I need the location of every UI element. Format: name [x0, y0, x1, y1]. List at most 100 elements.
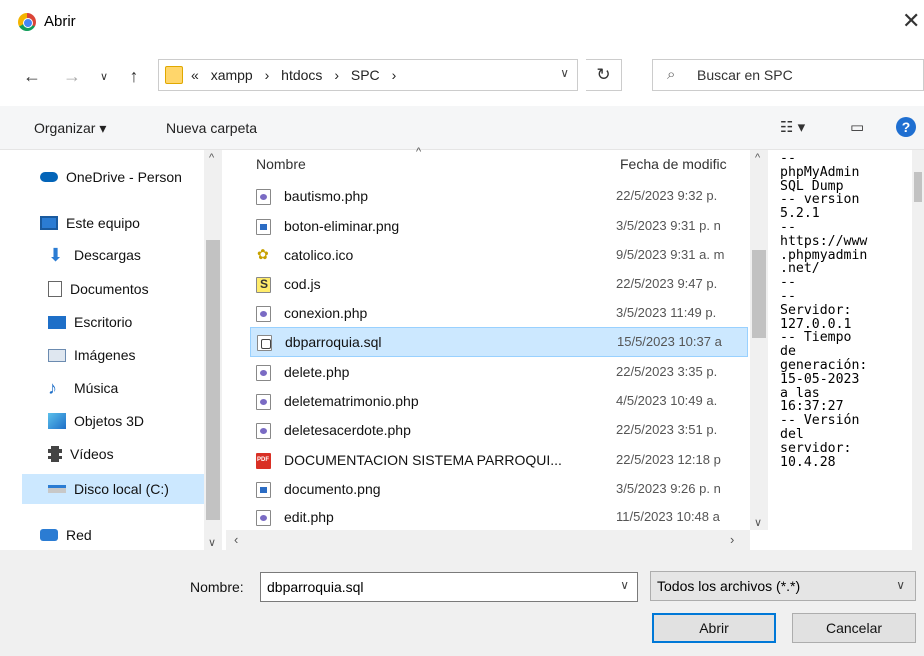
- file-name: deletematrimonio.php: [284, 393, 419, 409]
- file-name: cod.js: [284, 276, 321, 292]
- file-row[interactable]: conexion.php 3/5/2023 11:49 p.: [250, 299, 748, 329]
- close-icon[interactable]: ✕: [902, 8, 924, 34]
- php-file-icon: [256, 365, 271, 381]
- view-options-icon[interactable]: ☷ ▾: [780, 118, 805, 136]
- up-arrow-icon[interactable]: ↑: [122, 64, 146, 88]
- preview-pane-icon[interactable]: ▭: [850, 118, 864, 136]
- column-header-name[interactable]: Nombre: [256, 156, 306, 172]
- sidebar-item-label: Vídeos: [70, 446, 114, 462]
- sidebar-scrollbar[interactable]: ^ ∨: [204, 150, 222, 550]
- refresh-button[interactable]: ↻: [586, 59, 622, 91]
- sidebar-item-pictures[interactable]: Imágenes: [48, 340, 213, 370]
- sidebar-item-this-pc[interactable]: Este equipo: [40, 208, 205, 238]
- file-date: 22/5/2023 9:32 p.: [616, 188, 718, 203]
- sidebar-item-documents[interactable]: Documentos: [48, 274, 213, 304]
- file-name: catolico.ico: [284, 247, 354, 263]
- hard-drive-icon: [48, 485, 66, 493]
- chevron-down-icon[interactable]: ∨: [560, 66, 569, 80]
- search-box[interactable]: ⌕: [652, 59, 924, 91]
- file-name-combobox[interactable]: ∨: [260, 572, 638, 602]
- scroll-up-icon[interactable]: ^: [755, 152, 760, 164]
- ico-file-icon: [256, 246, 271, 264]
- breadcrumb-spc[interactable]: SPC: [351, 67, 380, 83]
- sidebar-item-onedrive[interactable]: OneDrive - Person: [40, 162, 205, 192]
- breadcrumb-separator[interactable]: ›: [265, 67, 270, 83]
- file-date: 22/5/2023 3:35 p.: [616, 364, 718, 379]
- file-date: 22/5/2023 3:51 p.: [616, 422, 718, 437]
- sidebar-item-label: Escritorio: [74, 314, 133, 330]
- breadcrumb: « xampp › htdocs › SPC ›: [191, 67, 404, 83]
- sidebar-item-local-disk[interactable]: Disco local (C:): [22, 474, 204, 504]
- file-row[interactable]: edit.php 11/5/2023 10:48 a: [250, 503, 748, 533]
- sidebar-item-label: Documentos: [70, 281, 149, 297]
- computer-icon: [40, 216, 58, 230]
- recent-locations-chevron-icon[interactable]: ∨: [92, 64, 116, 88]
- file-row[interactable]: deletesacerdote.php 22/5/2023 3:51 p.: [250, 416, 748, 446]
- file-name-label: Nombre:: [190, 579, 244, 595]
- cancel-button[interactable]: Cancelar: [792, 613, 916, 643]
- sidebar-item-network[interactable]: Red: [40, 520, 205, 550]
- sidebar-item-3d-objects[interactable]: Objetos 3D: [48, 406, 213, 436]
- cube-icon: [48, 413, 66, 429]
- refresh-icon: ↻: [596, 65, 611, 84]
- file-date: 22/5/2023 9:47 p.: [616, 276, 718, 291]
- file-row[interactable]: deletematrimonio.php 4/5/2023 10:49 a.: [250, 387, 748, 417]
- file-row[interactable]: boton-eliminar.png 3/5/2023 9:31 p. n: [250, 212, 748, 242]
- column-header-date[interactable]: Fecha de modific: [620, 156, 727, 172]
- sidebar-item-label: Disco local (C:): [74, 481, 169, 497]
- breadcrumb-overflow[interactable]: «: [191, 67, 199, 83]
- file-name: documento.png: [284, 481, 381, 497]
- scroll-right-icon[interactable]: ›: [730, 532, 734, 547]
- file-row[interactable]: cod.js 22/5/2023 9:47 p.: [250, 270, 748, 300]
- sidebar-scroll-thumb[interactable]: [206, 240, 220, 520]
- file-row[interactable]: documento.png 3/5/2023 9:26 p. n: [250, 475, 748, 505]
- file-row[interactable]: delete.php 22/5/2023 3:35 p.: [250, 358, 748, 388]
- file-type-select[interactable]: Todos los archivos (*.*) ∨: [650, 571, 916, 601]
- sidebar-item-label: Imágenes: [74, 347, 136, 363]
- search-input[interactable]: [697, 65, 917, 85]
- scroll-left-icon[interactable]: ‹: [234, 532, 238, 547]
- file-row-selected[interactable]: dbparroquia.sql 15/5/2023 10:37 a: [250, 327, 748, 357]
- file-row[interactable]: catolico.ico 9/5/2023 9:31 a. m: [250, 241, 748, 271]
- file-list-scroll-thumb[interactable]: [752, 250, 766, 338]
- file-list: ^ Nombre Fecha de modific bautismo.php 2…: [226, 146, 768, 533]
- file-row[interactable]: DOCUMENTACION SISTEMA PARROQUI... 22/5/2…: [250, 446, 748, 476]
- sidebar-item-downloads[interactable]: ⬇ Descargas: [48, 240, 213, 270]
- chevron-down-icon[interactable]: ∨: [620, 578, 629, 592]
- sidebar-item-desktop[interactable]: Escritorio: [48, 307, 213, 337]
- scroll-down-icon[interactable]: ∨: [208, 536, 216, 549]
- file-name: bautismo.php: [284, 188, 369, 204]
- open-button[interactable]: Abrir: [652, 613, 776, 643]
- sidebar-item-label: OneDrive - Person: [66, 169, 182, 185]
- organize-menu[interactable]: Organizar ▾: [34, 120, 106, 137]
- sidebar-item-music[interactable]: ♪ Música: [48, 373, 213, 403]
- scroll-down-icon[interactable]: ∨: [754, 516, 762, 529]
- file-name: deletesacerdote.php: [284, 422, 411, 438]
- scroll-up-icon[interactable]: ^: [209, 152, 214, 164]
- image-file-icon: [256, 219, 271, 235]
- address-bar[interactable]: « xampp › htdocs › SPC › ∨: [158, 59, 578, 91]
- php-file-icon: [256, 423, 271, 439]
- file-list-horizontal-scrollbar[interactable]: ‹ ›: [226, 530, 750, 550]
- dialog-footer: Nombre: ∨ Todos los archivos (*.*) ∨ Abr…: [0, 550, 924, 656]
- file-row[interactable]: bautismo.php 22/5/2023 9:32 p.: [250, 182, 748, 212]
- folder-icon: [165, 66, 183, 84]
- file-name-input[interactable]: [267, 578, 607, 596]
- forward-arrow-icon[interactable]: →: [60, 64, 84, 88]
- help-icon[interactable]: ?: [896, 117, 916, 137]
- breadcrumb-separator[interactable]: ›: [392, 67, 397, 83]
- sidebar-item-label: Objetos 3D: [74, 413, 145, 429]
- file-date: 9/5/2023 9:31 a. m: [616, 247, 725, 262]
- breadcrumb-htdocs[interactable]: htdocs: [281, 67, 322, 83]
- chevron-down-icon: ∨: [896, 578, 905, 592]
- breadcrumb-separator[interactable]: ›: [334, 67, 339, 83]
- back-arrow-icon[interactable]: ←: [20, 64, 44, 88]
- file-list-vertical-scrollbar[interactable]: ^ ∨: [750, 150, 768, 530]
- pdf-file-icon: [256, 453, 271, 469]
- sidebar-item-videos[interactable]: Vídeos: [48, 439, 213, 469]
- php-file-icon: [256, 394, 271, 410]
- breadcrumb-xampp[interactable]: xampp: [211, 67, 253, 83]
- preview-scroll-thumb[interactable]: [914, 172, 922, 202]
- preview-scrollbar[interactable]: [912, 150, 924, 550]
- new-folder-button[interactable]: Nueva carpeta: [166, 120, 257, 136]
